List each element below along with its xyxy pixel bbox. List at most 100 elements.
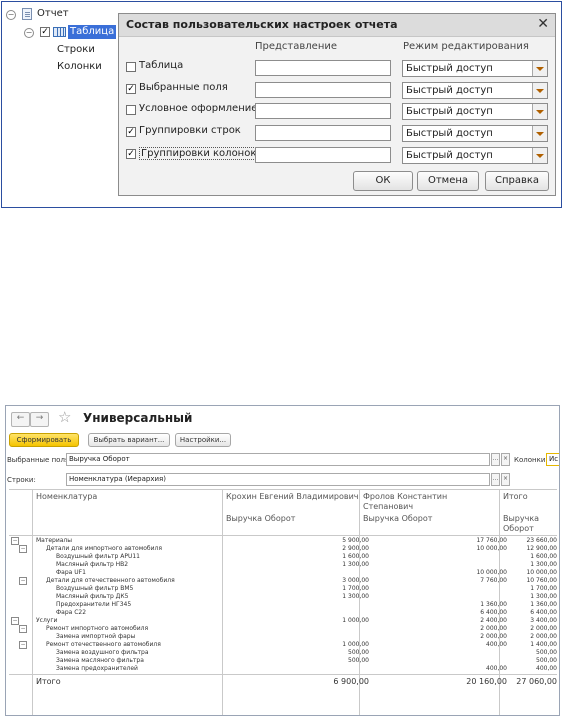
option-checkbox[interactable] xyxy=(126,105,136,115)
table-row[interactable]: Детали для импортного автомобиля 2 900,00… xyxy=(9,545,557,553)
row-value-3: 12 900,00 xyxy=(526,545,557,552)
row-value-3: 23 660,00 xyxy=(526,537,557,544)
collapse-root-icon[interactable]: − xyxy=(6,10,16,20)
row-name: Услуги xyxy=(36,617,58,624)
presentation-input[interactable] xyxy=(255,147,391,163)
clear-icon[interactable]: × xyxy=(501,473,510,486)
forward-button[interactable]: → xyxy=(30,412,49,427)
row-name: Ремонт отечественного автомобиля xyxy=(46,641,161,648)
presentation-input[interactable] xyxy=(255,103,391,119)
table-row[interactable]: Замена воздушного фильтра 500,00 500,00 xyxy=(9,649,557,657)
choose-variant-button[interactable]: Выбрать вариант... xyxy=(88,433,170,447)
row-value-3: 500,00 xyxy=(536,649,557,656)
table-row[interactable]: Услуги 1 000,00 2 400,00 3 400,00 xyxy=(9,617,557,625)
edit-mode-header: Режим редактирования xyxy=(403,41,529,52)
header-metric-1: Выручка Оборот xyxy=(226,514,296,523)
table-row[interactable]: Замена предохранителей 400,00 400,00 xyxy=(9,665,557,673)
table-row[interactable]: Замена импортной фары 2 000,00 2 000,00 xyxy=(9,633,557,641)
option-label: Условное оформление xyxy=(139,103,258,114)
tree-item-columns[interactable]: Колонки xyxy=(57,60,102,74)
row-value-2: 2 000,00 xyxy=(480,625,507,632)
presentation-input[interactable] xyxy=(255,60,391,76)
row-value-3: 1 600,00 xyxy=(530,553,557,560)
table-row[interactable]: Замена масляного фильтра 500,00 500,00 xyxy=(9,657,557,665)
clear-icon[interactable]: × xyxy=(501,453,510,466)
columns-label: Колонки: xyxy=(514,456,548,464)
table-row[interactable]: Воздушный фильтр APU11 1 600,00 1 600,00 xyxy=(9,553,557,561)
back-button[interactable]: ← xyxy=(11,412,30,427)
table-row[interactable]: Воздушный фильтр ВМ5 1 700,00 1 700,00 xyxy=(9,585,557,593)
option-checkbox[interactable]: ✓ xyxy=(126,84,136,94)
table-row[interactable]: Предохранители НГ345 1 360,00 1 360,00 xyxy=(9,601,557,609)
table-checkbox[interactable]: ✓ xyxy=(40,27,50,37)
table-row[interactable]: Масляный фильтр HB2 1 300,00 1 300,00 xyxy=(9,561,557,569)
report-title: Универсальный xyxy=(83,411,193,425)
row-value-2: 17 760,00 xyxy=(476,537,507,544)
row-name: Замена масляного фильтра xyxy=(56,657,144,664)
dropdown-arrow-icon[interactable] xyxy=(532,83,547,98)
edit-mode-select[interactable]: Быстрый доступ xyxy=(402,60,548,77)
edit-mode-select[interactable]: Быстрый доступ xyxy=(402,125,548,142)
star-icon[interactable]: ☆ xyxy=(58,408,71,426)
row-value-1: 1 000,00 xyxy=(342,641,369,648)
tree-item-table[interactable]: Таблица xyxy=(68,25,117,39)
row-value-2: 6 400,00 xyxy=(480,609,507,616)
table-row[interactable]: Фара UF1 10 000,00 10 000,00 xyxy=(9,569,557,577)
settings-button[interactable]: Настройки... xyxy=(175,433,231,447)
header-person-1: Крохин Евгений Владимирович xyxy=(226,492,359,501)
edit-mode-select[interactable]: Быстрый доступ xyxy=(402,147,548,164)
table-row[interactable]: Детали для отечественного автомобиля 3 00… xyxy=(9,577,557,585)
row-value-2: 7 760,00 xyxy=(480,577,507,584)
generate-button[interactable]: Сформировать xyxy=(9,433,79,447)
selected-fields-input[interactable]: Выручка Оборот xyxy=(66,453,490,466)
tree-item-rows[interactable]: Строки xyxy=(57,43,95,57)
option-checkbox[interactable] xyxy=(126,62,136,72)
presentation-input[interactable] xyxy=(255,125,391,141)
row-value-2: 1 360,00 xyxy=(480,601,507,608)
option-label: Таблица xyxy=(139,60,184,71)
row-value-2: 2 400,00 xyxy=(480,617,507,624)
option-checkbox[interactable]: ✓ xyxy=(126,127,136,137)
dropdown-arrow-icon[interactable] xyxy=(532,104,547,119)
header-metric-3-line2: Оборот xyxy=(503,524,534,533)
header-metric-2: Выручка Оборот xyxy=(363,514,433,523)
table-row[interactable]: Материалы 5 900,00 17 760,00 23 660,00 xyxy=(9,537,557,545)
dropdown-arrow-icon[interactable] xyxy=(532,126,547,141)
total-label: Итого xyxy=(36,677,61,686)
tree-item-report[interactable]: Отчет xyxy=(37,7,69,21)
presentation-header: Представление xyxy=(255,41,338,52)
table-row[interactable]: Ремонт импортного автомобиля 2 000,00 2 00… xyxy=(9,625,557,633)
row-value-1: 5 900,00 xyxy=(342,537,369,544)
header-metric-3-line1: Выручка xyxy=(503,514,540,523)
help-button[interactable]: Справка xyxy=(485,171,549,191)
row-value-2: 400,00 xyxy=(486,665,507,672)
columns-input[interactable]: Ис xyxy=(546,453,559,466)
row-name: Замена воздушного фильтра xyxy=(56,649,149,656)
table-row[interactable]: Фара С22 6 400,00 6 400,00 xyxy=(9,609,557,617)
rows-input[interactable]: Номенклатура (Иерархия) xyxy=(66,473,490,486)
presentation-input[interactable] xyxy=(255,82,391,98)
select-button[interactable]: … xyxy=(491,453,500,466)
option-checkbox[interactable]: ✓ xyxy=(126,149,136,159)
edit-mode-select[interactable]: Быстрый доступ xyxy=(402,103,548,120)
dropdown-arrow-icon[interactable] xyxy=(532,148,547,163)
row-value-3: 500,00 xyxy=(536,657,557,664)
table-row[interactable]: Масляный фильтр ДК5 1 300,00 1 300,00 xyxy=(9,593,557,601)
dropdown-arrow-icon[interactable] xyxy=(532,61,547,76)
row-value-2: 10 000,00 xyxy=(476,569,507,576)
edit-mode-select[interactable]: Быстрый доступ xyxy=(402,82,548,99)
ok-button[interactable]: ОК xyxy=(353,171,413,191)
row-value-1: 1 600,00 xyxy=(342,553,369,560)
select-button[interactable]: … xyxy=(491,473,500,486)
row-name: Масляный фильтр HB2 xyxy=(56,561,129,568)
row-value-3: 3 400,00 xyxy=(530,617,557,624)
row-value-3: 1 360,00 xyxy=(530,601,557,608)
close-icon[interactable]: ✕ xyxy=(537,16,549,32)
cancel-button[interactable]: Отмена xyxy=(417,171,479,191)
edit-mode-value: Быстрый доступ xyxy=(406,85,493,96)
collapse-table-icon[interactable]: − xyxy=(24,28,34,38)
row-value-3: 400,00 xyxy=(536,665,557,672)
row-value-1: 3 000,00 xyxy=(342,577,369,584)
report-table: Номенклатура Крохин Евгений Владимирович… xyxy=(9,489,557,715)
table-row[interactable]: Ремонт отечественного автомобиля 1 000,00… xyxy=(9,641,557,649)
